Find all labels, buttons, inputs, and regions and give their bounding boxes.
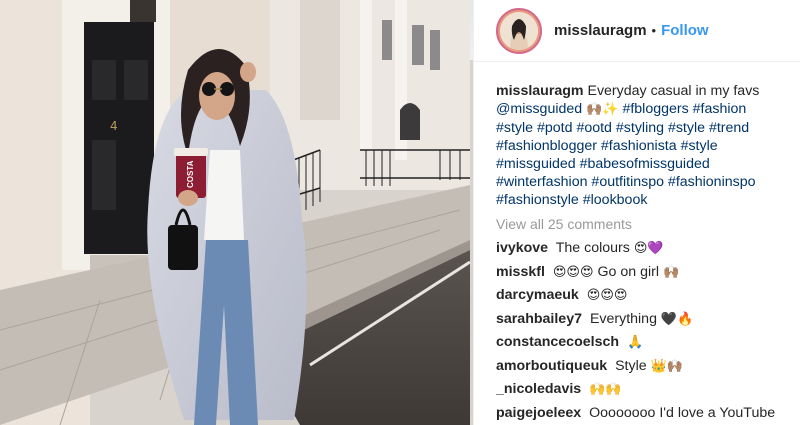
- comment-emoji: 🙌🏽: [662, 264, 680, 280]
- hashtags-line-3[interactable]: #fashionblogger #fashionista #style: [496, 138, 718, 154]
- comment-username[interactable]: ivykove: [496, 240, 548, 256]
- header-username[interactable]: misslauragm: [554, 22, 647, 39]
- comment-text: Everything: [589, 310, 657, 327]
- comment-username[interactable]: misskfl: [496, 264, 545, 280]
- comment-item: darcymaeuk 😍😍😍: [496, 286, 788, 310]
- comment-username[interactable]: amorboutiqueuk: [496, 358, 607, 374]
- post-header: misslauragm • Follow: [474, 0, 800, 62]
- door-number: 4: [110, 119, 118, 133]
- hashtags-line-4[interactable]: #missguided #babesofmissguided: [496, 156, 710, 172]
- comment-username[interactable]: darcymaeuk: [496, 287, 579, 303]
- view-all-comments-link[interactable]: View all 25 comments: [496, 215, 788, 233]
- comment-emoji: 👑🙌🏽: [650, 358, 683, 374]
- caption-text: Everyday casual in my favs: [587, 83, 760, 99]
- comment-text: Oooooooo I'd love a YouTube: [589, 404, 776, 421]
- post-body: misslauragm Everyday casual in my favs @…: [474, 62, 800, 425]
- comment-username[interactable]: _nicoledavis: [496, 381, 581, 397]
- comment-username[interactable]: constancecoelsch: [496, 334, 619, 350]
- caption-emoji: 🙌🏽✨: [586, 102, 619, 117]
- hashtags-line-5[interactable]: #winterfashion #outfitinspo #fashioninsp…: [496, 174, 756, 190]
- comment-item: sarahbailey7 Everything 🖤🔥: [496, 310, 788, 334]
- avatar[interactable]: [496, 7, 542, 54]
- post-photo[interactable]: 4 COSTA: [0, 0, 473, 425]
- comment-username[interactable]: paigejoeleex: [496, 405, 581, 421]
- comment-item: paigejoeleex Oooooooo I'd love a YouTube: [496, 404, 788, 425]
- comment-emoji: 🙏: [626, 335, 644, 350]
- caption-username[interactable]: misslauragm: [496, 83, 584, 99]
- comment-emoji: 🖤🔥: [660, 311, 694, 327]
- comment-text: The colours: [555, 240, 630, 256]
- hashtags-line-6[interactable]: #fashionstyle #lookbook: [496, 192, 647, 208]
- comments-list: ivykove The colours 😍💜 misskfl 😍😍😍 Go on…: [496, 239, 788, 425]
- hashtags-line-2[interactable]: #style #potd #ootd #styling #style #tren…: [496, 120, 749, 136]
- comment-username[interactable]: sarahbailey7: [496, 311, 582, 327]
- avatar-image: [500, 11, 538, 50]
- comment-item: amorboutiqueuk Style 👑🙌🏽: [496, 357, 788, 381]
- cup-label: COSTA: [186, 160, 195, 188]
- separator-dot: •: [651, 23, 657, 38]
- comment-emoji: 😍😍😍: [586, 288, 628, 303]
- comment-emoji: 😍💜: [633, 241, 664, 256]
- comment-item: misskfl 😍😍😍 Go on girl 🙌🏽: [496, 263, 788, 287]
- comment-emoji: 🙌🙌: [589, 382, 622, 397]
- comment-text: Style: [615, 357, 647, 374]
- post-side-panel: misslauragm • Follow misslauragm Everyda…: [473, 0, 800, 425]
- comment-item: constancecoelsch 🙏: [496, 333, 788, 357]
- follow-button[interactable]: Follow: [661, 22, 709, 39]
- comment-item: _nicoledavis 🙌🙌: [496, 380, 788, 404]
- post-caption: misslauragm Everyday casual in my favs @…: [496, 82, 788, 209]
- caption-mention[interactable]: @missguided: [496, 101, 582, 117]
- comment-item: ivykove The colours 😍💜: [496, 239, 788, 263]
- comment-text: Go on girl: [597, 263, 659, 280]
- street-fashion-photo: 4 COSTA: [0, 0, 473, 425]
- hashtags-line-1[interactable]: #fbloggers #fashion: [622, 101, 746, 117]
- comment-emoji: 😍😍😍: [552, 264, 594, 280]
